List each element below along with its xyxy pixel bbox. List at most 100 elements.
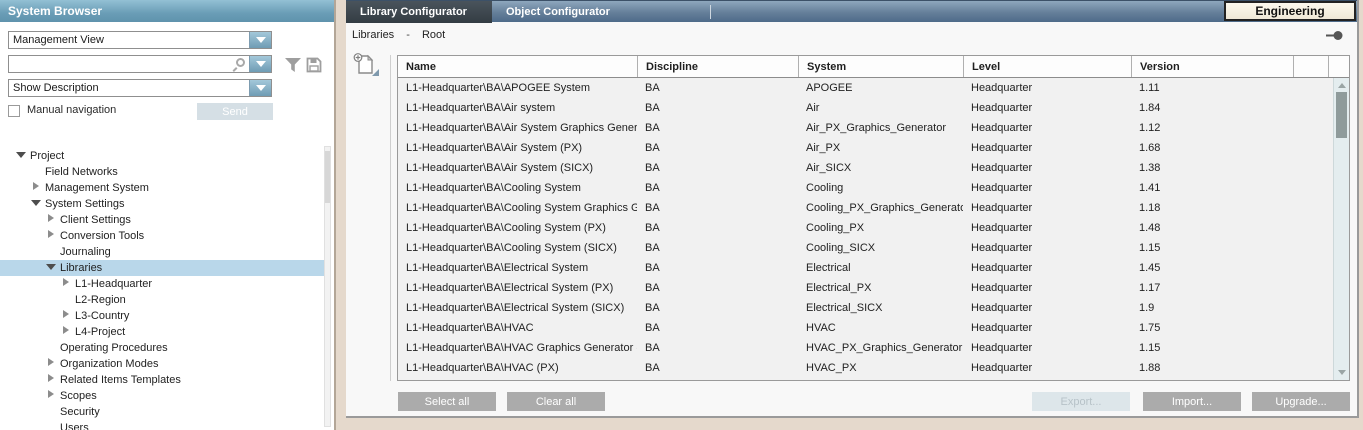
table-row[interactable]: L1-Headquarter\BA\Electrical SystemBAEle… (398, 258, 1333, 278)
collapse-arrow-icon[interactable] (16, 149, 27, 159)
cell-version: 1.84 (1131, 98, 1293, 118)
system-tree: ProjectField NetworksManagement SystemSy… (0, 148, 326, 430)
tree-item-conversion-tools[interactable]: Conversion Tools (0, 228, 326, 244)
tree-item-related-items-templates[interactable]: Related Items Templates (0, 372, 326, 388)
expand-arrow-icon[interactable] (61, 309, 72, 319)
import-button[interactable]: Import... (1143, 392, 1241, 411)
table-row[interactable]: L1-Headquarter\BA\HVAC Graphics Generato… (398, 338, 1333, 358)
tree-scrollbar-thumb[interactable] (325, 151, 330, 203)
tree-item-operating-procedures[interactable]: Operating Procedures (0, 340, 326, 356)
scroll-down-icon[interactable] (1338, 370, 1346, 375)
column-header-version[interactable]: Version (1131, 56, 1293, 77)
tree-scrollbar[interactable] (324, 146, 331, 427)
collapse-arrow-icon[interactable] (31, 197, 42, 207)
tree-item-label: Client Settings (60, 214, 131, 226)
expand-arrow-icon[interactable] (61, 325, 72, 335)
add-library-button[interactable] (352, 53, 379, 77)
scroll-up-icon[interactable] (1338, 83, 1346, 88)
manual-navigation-checkbox[interactable] (8, 105, 20, 117)
save-filter-icon[interactable] (306, 57, 322, 73)
tree-item-system-settings[interactable]: System Settings (0, 196, 326, 212)
table-scrollbar[interactable] (1333, 78, 1349, 380)
table-row[interactable]: L1-Headquarter\BA\Cooling System (PX)BAC… (398, 218, 1333, 238)
tab-object-configurator[interactable]: Object Configurator (492, 1, 624, 23)
breadcrumb-libraries[interactable]: Libraries (352, 29, 394, 41)
tree-item-l1-headquarter[interactable]: L1-Headquarter (0, 276, 326, 292)
send-button[interactable]: Send (197, 103, 273, 120)
tree-item-client-settings[interactable]: Client Settings (0, 212, 326, 228)
table-row[interactable]: L1-Headquarter\BA\Cooling SystemBACoolin… (398, 178, 1333, 198)
cell-name: L1-Headquarter\BA\HVAC (398, 318, 637, 338)
cell-level: Headquarter (963, 318, 1131, 338)
cell-name: L1-Headquarter\BA\Air System (SICX) (398, 158, 637, 178)
table-scrollbar-thumb[interactable] (1336, 92, 1347, 138)
desigo-workspace: { "system_browser": { "title": "System B… (0, 0, 1363, 430)
table-row[interactable]: L1-Headquarter\BA\Cooling System (SICX)B… (398, 238, 1333, 258)
cell-level: Headquarter (963, 338, 1131, 358)
tree-spacer (61, 293, 72, 303)
filter-icon[interactable] (284, 57, 302, 73)
tree-item-scopes[interactable]: Scopes (0, 388, 326, 404)
chevron-down-icon[interactable] (249, 80, 271, 96)
tree-item-label: Security (60, 406, 100, 418)
cell-version: 1.68 (1131, 138, 1293, 158)
expand-arrow-icon[interactable] (31, 181, 42, 191)
column-header-name[interactable]: Name (398, 56, 637, 77)
collapse-arrow-icon[interactable] (46, 261, 57, 271)
expand-arrow-icon[interactable] (46, 229, 57, 239)
expand-arrow-icon[interactable] (61, 277, 72, 287)
upgrade-button[interactable]: Upgrade... (1252, 392, 1350, 411)
chevron-down-icon[interactable] (249, 32, 271, 48)
tree-item-users[interactable]: Users (0, 420, 326, 430)
tree-item-project[interactable]: Project (0, 148, 326, 164)
table-row[interactable]: L1-Headquarter\BA\HVAC (PX)BAHVAC_PXHead… (398, 358, 1333, 378)
table-row[interactable]: L1-Headquarter\BA\Electrical System (SIC… (398, 298, 1333, 318)
tree-item-organization-modes[interactable]: Organization Modes (0, 356, 326, 372)
cell-system: Cooling_SICX (798, 238, 963, 258)
engineering-mode-button[interactable]: Engineering (1224, 1, 1356, 21)
table-row[interactable]: L1-Headquarter\BA\Cooling System Graphic… (398, 198, 1333, 218)
export-button[interactable]: Export... (1032, 392, 1130, 411)
cell-system: Cooling (798, 178, 963, 198)
column-header-system[interactable]: System (798, 56, 963, 77)
display-mode-dropdown[interactable]: Show Description (8, 79, 272, 97)
breadcrumb-root[interactable]: Root (422, 29, 445, 41)
table-row[interactable]: L1-Headquarter\BA\Air System Graphics Ge… (398, 118, 1333, 138)
clear-all-button[interactable]: Clear all (507, 392, 605, 411)
tree-item-l3-country[interactable]: L3-Country (0, 308, 326, 324)
tree-item-field-networks[interactable]: Field Networks (0, 164, 326, 180)
expand-arrow-icon[interactable] (46, 357, 57, 367)
view-selector-dropdown[interactable]: Management View (8, 31, 272, 49)
tab-library-configurator[interactable]: Library Configurator (346, 1, 492, 23)
column-header-level[interactable]: Level (963, 56, 1131, 77)
table-row[interactable]: L1-Headquarter\BA\Air System (SICX)BAAir… (398, 158, 1333, 178)
tab-separator (710, 5, 711, 19)
search-box[interactable] (8, 55, 272, 73)
expand-arrow-icon[interactable] (46, 213, 57, 223)
table-row[interactable]: L1-Headquarter\BA\HVACBAHVACHeadquarter1… (398, 318, 1333, 338)
column-header-empty (1328, 56, 1349, 77)
pin-icon[interactable] (1326, 30, 1343, 41)
search-input[interactable] (11, 56, 221, 71)
column-header-discipline[interactable]: Discipline (637, 56, 798, 77)
cell-system: Cooling_PX_Graphics_Generator (798, 198, 963, 218)
cell-system: HVAC_PX (798, 358, 963, 378)
cell-level: Headquarter (963, 78, 1131, 98)
cell-version: 1.11 (1131, 78, 1293, 98)
tree-spacer (46, 421, 57, 430)
table-row[interactable]: L1-Headquarter\BA\Air systemBAAirHeadqua… (398, 98, 1333, 118)
tree-item-l2-region[interactable]: L2-Region (0, 292, 326, 308)
table-row[interactable]: L1-Headquarter\BA\Electrical System (PX)… (398, 278, 1333, 298)
tree-item-journaling[interactable]: Journaling (0, 244, 326, 260)
tree-item-management-system[interactable]: Management System (0, 180, 326, 196)
search-dropdown-button[interactable] (249, 56, 271, 72)
select-all-button[interactable]: Select all (398, 392, 496, 411)
table-row[interactable]: L1-Headquarter\BA\APOGEE SystemBAAPOGEEH… (398, 78, 1333, 98)
tree-item-libraries[interactable]: Libraries (0, 260, 326, 276)
expand-arrow-icon[interactable] (46, 373, 57, 383)
table-row[interactable]: L1-Headquarter\BA\Air System (PX)BAAir_P… (398, 138, 1333, 158)
tree-item-security[interactable]: Security (0, 404, 326, 420)
tree-item-l4-project[interactable]: L4-Project (0, 324, 326, 340)
expand-arrow-icon[interactable] (46, 389, 57, 399)
cell-version: 1.15 (1131, 338, 1293, 358)
